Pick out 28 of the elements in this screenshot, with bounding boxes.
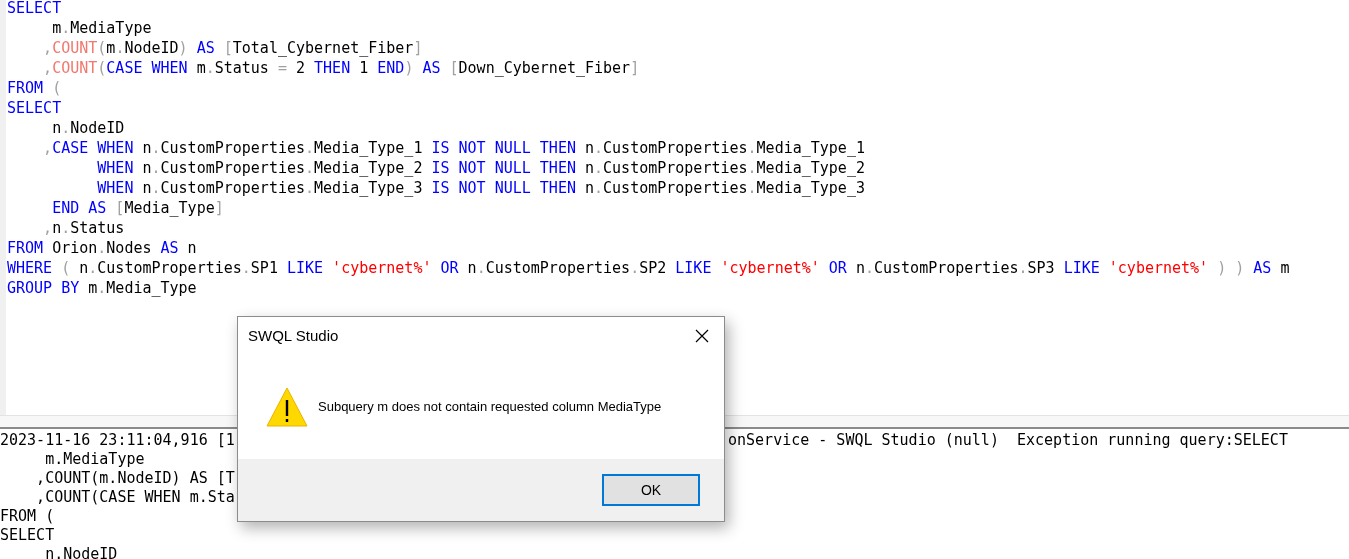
code-line: WHEN n.CustomProperties.Media_Type_2 IS NOT NULL THEN n.CustomProperties.Media_Type_2	[96, 158, 865, 178]
log-line: m.MediaType	[44, 450, 145, 469]
code-line: WHERE ( n.CustomProperties.SP1 LIKE 'cybernet%' OR n.CustomProperties.SP2 LIKE 'cybernet%' OR n.CustomProperties.SP3 LIKE 'cybernet%' ) ) AS m	[7, 258, 1290, 278]
code-line: ,n.Status	[42, 218, 125, 238]
code-line: ,COUNT(CASE WHEN m.Status = 2 THEN 1 END) AS [Down_Cybernet_Fiber]	[42, 58, 640, 78]
code-line: m.MediaType	[51, 18, 152, 38]
log-line: 2023-11-16 23:11:04,916 [1	[0, 431, 235, 450]
error-message: Subquery m does not contain requested column MediaType	[318, 398, 662, 417]
log-line: SELECT	[0, 526, 55, 545]
code-line: SELECT	[7, 98, 62, 118]
code-line: ,COUNT(m.NodeID) AS [Total_Cybernet_Fiber]	[42, 38, 423, 58]
close-icon	[695, 329, 709, 343]
log-line: FROM (	[0, 507, 55, 526]
code-line: FROM (	[7, 78, 62, 98]
code-line: ,CASE WHEN n.CustomProperties.Media_Type_1 IS NOT NULL THEN n.CustomProperties.Media_Type_1	[42, 138, 865, 158]
ok-button[interactable]: OK	[602, 474, 700, 506]
log-line: ,COUNT(CASE WHEN m.Sta	[35, 488, 235, 507]
log-line: n.NodeID	[44, 545, 118, 559]
code-line: WHEN n.CustomProperties.Media_Type_3 IS NOT NULL THEN n.CustomProperties.Media_Type_3	[96, 178, 865, 198]
code-line: FROM Orion.Nodes AS n	[7, 238, 197, 258]
code-line: GROUP BY m.Media_Type	[7, 278, 197, 298]
code-line: n.NodeID	[51, 118, 125, 138]
dialog-title: SWQL Studio	[248, 325, 339, 346]
code-line: END AS [Media_Type]	[51, 198, 224, 218]
log-line: onService - SWQL Studio (null) Exception running query:SELECT	[728, 431, 1288, 450]
code-line: SELECT	[7, 0, 62, 18]
warning-icon	[266, 387, 308, 427]
log-line: ,COUNT(m.NodeID) AS [T	[35, 469, 235, 488]
